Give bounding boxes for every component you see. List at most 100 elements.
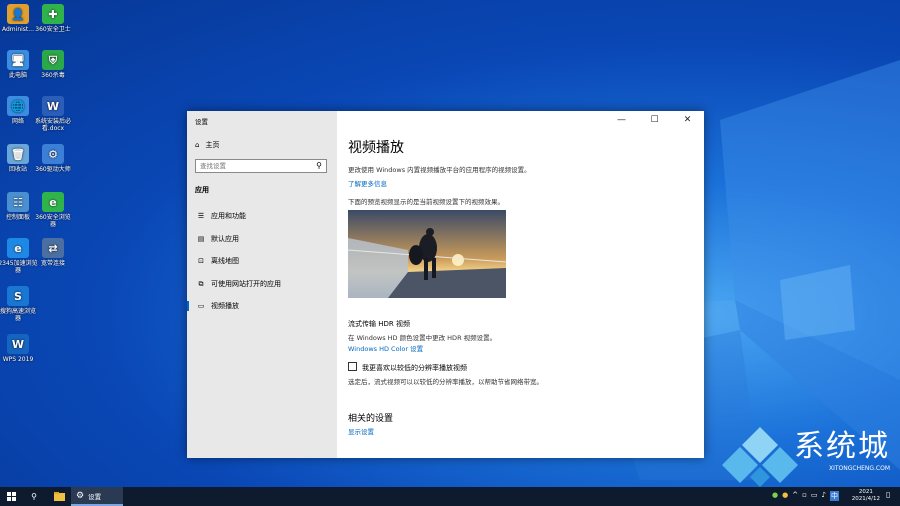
low-resolution-checkbox[interactable] — [348, 362, 357, 371]
desktop-icon[interactable]: S 搜狗高速浏览器 — [0, 286, 38, 322]
website-icon: ⧉ — [198, 279, 204, 288]
desktop-icon-glyph: W — [42, 96, 64, 116]
tray-app-icon[interactable]: ● — [782, 491, 788, 501]
video-preview[interactable]: ▷ ⤢ — [348, 210, 506, 298]
minimize-button[interactable]: — — [605, 111, 638, 128]
desktop-icon[interactable]: ⛨ 360杀毒 — [33, 50, 73, 79]
maximize-icon: ☐ — [650, 114, 659, 125]
desktop-icon-label: WPS 2019 — [2, 356, 34, 363]
sidebar-item-offline-maps[interactable]: ⊡ 离线地图 — [187, 251, 337, 271]
taskbar: ⚲ ⚙ 设置 ● ● ^ ▫ ▭ ♪ 中 2021 2021/4/12 ▯ — [0, 487, 900, 506]
sidebar-item-label: 应用和功能 — [211, 212, 246, 220]
hdr-heading: 流式传输 HDR 视频 — [348, 320, 410, 328]
display-settings-link[interactable]: 显示设置 — [348, 426, 374, 436]
low-resolution-description: 选定后，流式视频可以以较低的分辨率播放，以帮助节省网络带宽。 — [348, 378, 543, 386]
hdr-description: 在 Windows HD 颜色设置中更改 HDR 视频设置。 — [348, 334, 497, 342]
list-icon: ☰ — [197, 212, 205, 220]
desktop-icon[interactable]: ✚ 360安全卫士 — [33, 4, 73, 33]
clock-time: 2021 — [858, 489, 873, 495]
sidebar-item-label: 视频播放 — [211, 302, 239, 310]
desktop-icon-label: 宽带连接 — [40, 260, 65, 267]
watermark-logo-icon — [722, 427, 798, 487]
settings-search[interactable]: ⚲ — [195, 159, 327, 173]
desktop-icon-glyph: 👤 — [7, 4, 29, 24]
desktop-icon-glyph: ⚙ — [42, 144, 64, 164]
close-icon: ✕ — [683, 114, 692, 125]
notification-icon[interactable]: ▯ — [886, 490, 896, 502]
folder-icon — [53, 492, 65, 501]
sidebar-item-video-playback[interactable]: ▭ 视频播放 — [187, 296, 337, 316]
sidebar-item-default-apps[interactable]: ▤ 默认应用 — [187, 229, 337, 249]
sidebar-item-apps-features[interactable]: ☰ 应用和功能 — [187, 206, 337, 226]
learn-more-link[interactable]: 了解更多信息 — [348, 178, 387, 188]
sidebar-item-apps-for-websites[interactable]: ⧉ 可使用网站打开的应用 — [187, 274, 337, 294]
desktop-icon-glyph: ☷ — [7, 192, 29, 212]
desktop-icon[interactable]: W WPS 2019 — [0, 334, 38, 363]
page-title: 视频播放 — [348, 140, 404, 156]
home-nav[interactable]: ⌂ 主页 — [195, 140, 219, 150]
minimize-icon: — — [617, 114, 626, 125]
start-button[interactable] — [0, 487, 22, 506]
gear-icon: ⚙ — [76, 490, 85, 501]
section-heading: 应用 — [195, 186, 209, 194]
search-taskbar-button[interactable]: ⚲ — [22, 487, 46, 506]
desktop-icon-glyph: 🗑 — [7, 144, 29, 164]
preview-caption: 下面的预览视频显示的是当前视频设置下的视频效果。 — [348, 198, 504, 206]
ime-icon[interactable]: 中 — [829, 491, 839, 501]
home-icon: ⌂ — [195, 141, 200, 149]
desktop-icon-label: 360安全浏览器 — [35, 214, 71, 228]
taskbar-settings-app[interactable]: ⚙ 设置 — [71, 487, 123, 506]
map-icon: ⊡ — [198, 257, 204, 265]
settings-window: 设置 ⌂ 主页 ⚲ 应用 ☰ 应用和功能 ▤ 默认应用 ⊡ 离线地图 ⧉ 可使用… — [187, 111, 704, 458]
file-explorer-button[interactable] — [47, 487, 71, 506]
desktop-icon-label: 360安全卫士 — [35, 26, 71, 33]
desktop-icon-glyph: ✚ — [42, 4, 64, 24]
desktop-icon[interactable]: e 360安全浏览器 — [33, 192, 73, 228]
sidebar-item-label: 可使用网站打开的应用 — [211, 280, 281, 288]
desktop-icon-glyph: W — [7, 334, 29, 354]
desktop-icon[interactable]: W 系统安装后必看.docx — [33, 96, 73, 132]
chevron-up-icon[interactable]: ^ — [792, 491, 798, 501]
sidebar-item-label: 离线地图 — [211, 257, 239, 265]
maximize-button[interactable]: ☐ — [638, 111, 671, 128]
home-label: 主页 — [205, 141, 220, 149]
watermark: 系统城 XITONGCHENG.COM — [722, 427, 890, 487]
taskbar-clock[interactable]: 2021 2021/4/12 — [852, 489, 880, 503]
taskbar-settings-label: 设置 — [88, 492, 102, 501]
related-settings-heading: 相关的设置 — [348, 414, 394, 424]
desktop-icon-label: 360驱动大师 — [35, 166, 71, 173]
close-button[interactable]: ✕ — [671, 111, 704, 128]
search-input[interactable] — [196, 160, 310, 172]
video-icon: ▭ — [197, 302, 205, 310]
desktop-icon-glyph: 🖥 — [7, 50, 29, 70]
desktop-icon-glyph: 🌐 — [7, 96, 29, 116]
hdr-settings-link[interactable]: Windows HD Color 设置 — [348, 343, 423, 353]
sidebar-item-label: 默认应用 — [211, 235, 239, 243]
low-resolution-label[interactable]: 我更喜欢以较低的分辨率播放视频 — [362, 363, 467, 373]
settings-sidebar: 设置 ⌂ 主页 ⚲ 应用 ☰ 应用和功能 ▤ 默认应用 ⊡ 离线地图 ⧉ 可使用… — [187, 111, 337, 458]
watermark-text: 系统城 — [794, 429, 890, 464]
clock-date: 2021/4/12 — [851, 496, 880, 502]
network-icon[interactable]: ▭ — [811, 491, 818, 501]
desktop-icon[interactable]: ⚙ 360驱动大师 — [33, 144, 73, 173]
tray-box-icon[interactable]: ▫ — [802, 491, 807, 501]
default-apps-icon: ▤ — [197, 235, 205, 243]
desktop-icon-label: 搜狗高速浏览器 — [0, 308, 36, 322]
desktop-icon-glyph: ⇄ — [42, 238, 64, 258]
search-icon: ⚲ — [31, 492, 37, 501]
desktop-icon-glyph: ⛨ — [42, 50, 64, 70]
desktop-icon-glyph: S — [7, 286, 29, 306]
window-title: 设置 — [195, 118, 208, 126]
desktop-icon-label: 360杀毒 — [41, 72, 65, 79]
desktop-icon-glyph: e — [42, 192, 64, 212]
volume-icon[interactable]: ♪ — [821, 491, 825, 501]
windows-logo-icon — [6, 492, 16, 501]
desktop-icon-label: 系统安装后必看.docx — [34, 118, 71, 132]
tray-360-icon[interactable]: ● — [772, 491, 778, 501]
desktop-icon-glyph: e — [7, 238, 29, 258]
desktop-icon[interactable]: ⇄ 宽带连接 — [33, 238, 73, 267]
watermark-url: XITONGCHENG.COM — [828, 465, 890, 472]
search-icon[interactable]: ⚲ — [316, 161, 322, 170]
video-frame-image — [348, 210, 506, 298]
system-tray: ● ● ^ ▫ ▭ ♪ 中 — [772, 491, 839, 501]
